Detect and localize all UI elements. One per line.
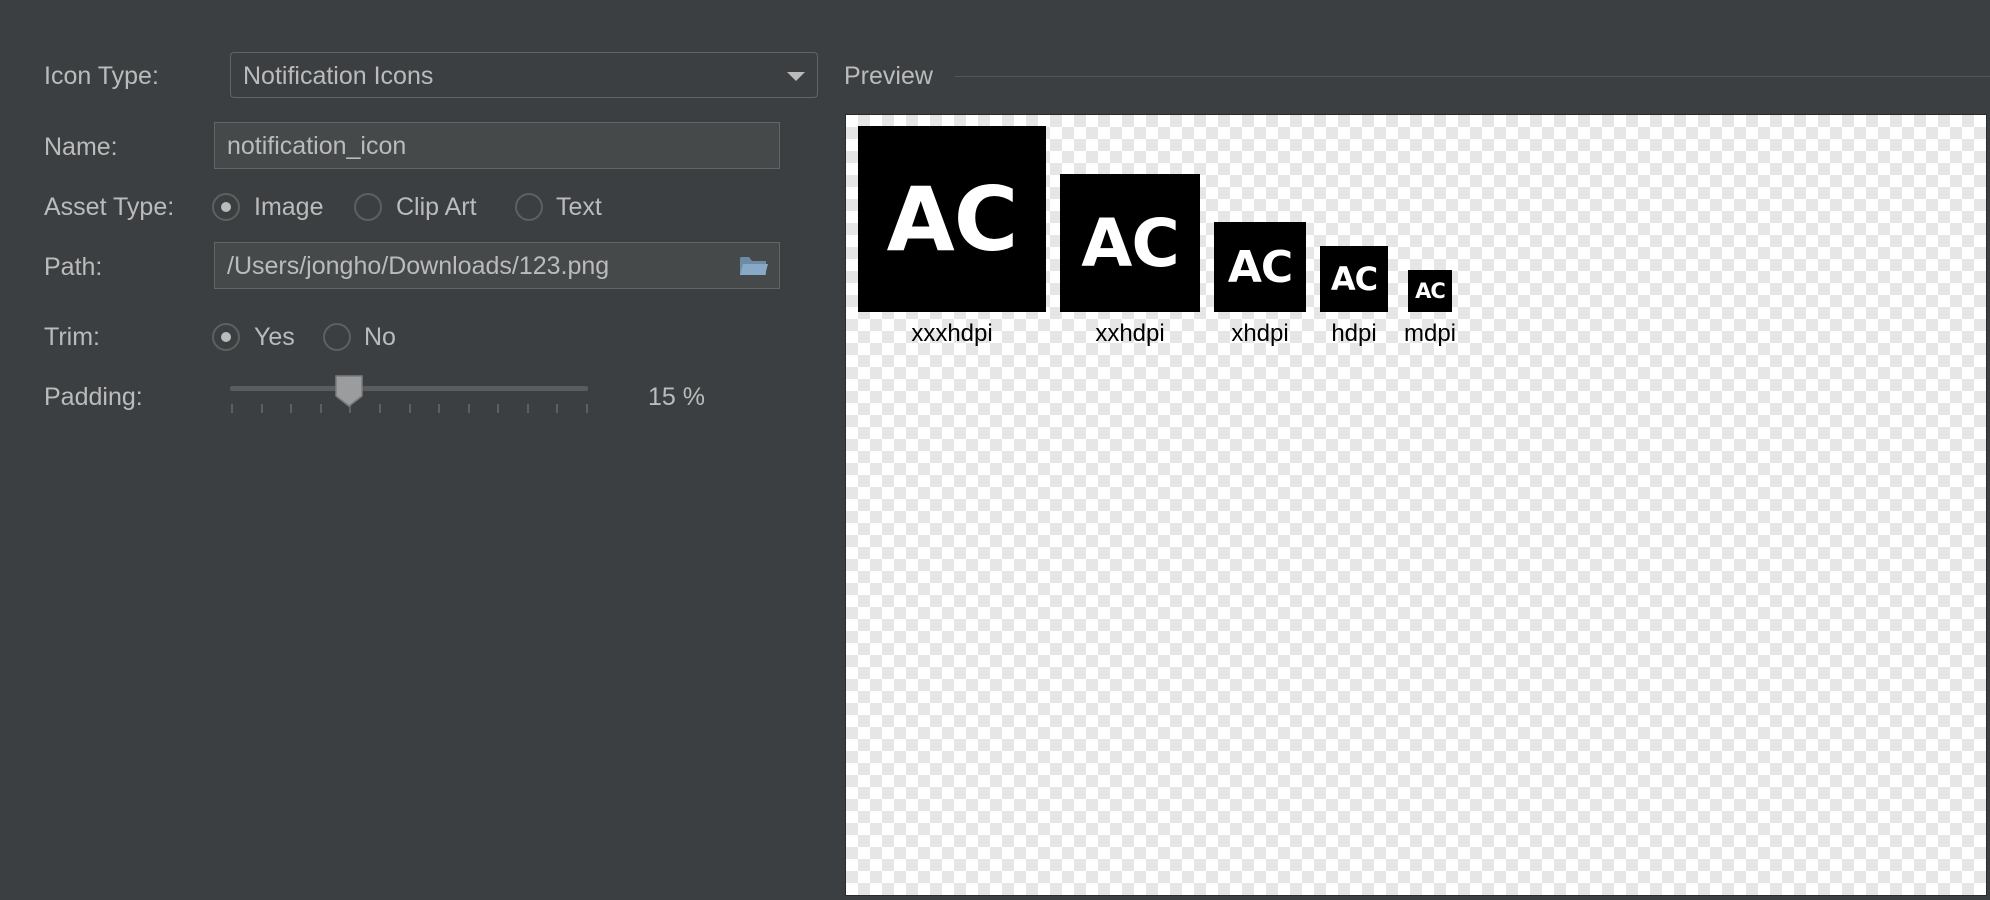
asset-type-clipart-label[interactable]: Clip Art [396,192,477,222]
name-label: Name: [44,133,118,161]
icon-type-dropdown[interactable]: Notification Icons [230,52,818,98]
icon-preview-mdpi: AC [1408,270,1452,312]
density-label-xxxhdpi: xxxhdpi [911,320,993,347]
preview-title: Preview [844,62,933,90]
folder-icon[interactable] [739,255,769,277]
preview-divider [955,76,1990,77]
slider-tick [497,404,500,413]
padding-slider-thumb[interactable] [334,374,364,408]
slider-tick [290,404,293,413]
slider-tick [231,404,233,413]
trim-yes-label[interactable]: Yes [254,322,295,352]
padding-label: Padding: [44,383,143,411]
slider-tick [467,404,470,413]
slider-tick [526,404,529,413]
padding-value: 15 % [648,383,705,411]
density-label-xxhdpi: xxhdpi [1095,320,1165,347]
icon-preview-xhdpi: AC [1214,222,1306,312]
icon-type-label: Icon Type: [44,62,159,90]
icon-preview-hdpi: AC [1320,246,1388,312]
icon-type-value: Notification Icons [243,62,434,90]
density-label-mdpi: mdpi [1403,320,1457,347]
asset-type-image-radio[interactable] [212,193,240,221]
trim-yes-radio[interactable] [212,323,240,351]
asset-type-text-label[interactable]: Text [556,192,602,222]
path-label: Path: [44,253,103,281]
slider-tick [260,404,263,413]
trim-no-radio[interactable] [323,323,351,351]
name-field[interactable]: notification_icon [214,122,780,169]
slider-tick [319,404,322,413]
asset-type-image-label[interactable]: Image [254,192,323,222]
trim-label: Trim: [44,323,100,351]
slider-tick [556,404,559,413]
icon-preview-xxxhdpi: AC [858,126,1046,312]
slider-tick [378,404,381,413]
trim-no-label[interactable]: No [364,322,396,352]
slider-tick [586,404,588,413]
density-label-hdpi: hdpi [1331,320,1377,347]
slider-tick [438,404,441,413]
path-value: /Users/jongho/Downloads/123.png [227,252,610,280]
padding-slider-track[interactable] [230,386,588,391]
slider-tick [408,404,411,413]
density-label-xhdpi: xhdpi [1231,320,1289,347]
asset-type-label: Asset Type: [44,193,175,221]
asset-type-clipart-radio[interactable] [354,193,382,221]
asset-type-text-radio[interactable] [515,193,543,221]
path-field[interactable]: /Users/jongho/Downloads/123.png [214,242,780,289]
chevron-down-icon [787,72,805,81]
name-value: notification_icon [227,132,407,160]
icon-preview-xxhdpi: AC [1060,174,1200,312]
